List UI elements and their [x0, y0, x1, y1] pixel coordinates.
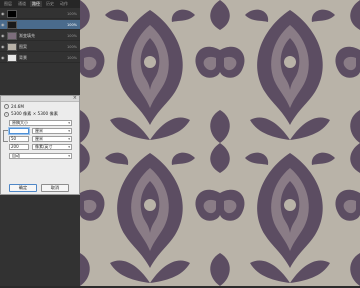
layer-name: 图案	[19, 43, 27, 49]
layer-row-1[interactable]: ◉ 100%	[0, 9, 80, 19]
ok-button[interactable]: 确定	[9, 184, 37, 192]
eye-icon[interactable]: ◉	[1, 44, 6, 49]
layer-thumbnail	[7, 31, 17, 40]
width-input[interactable]	[9, 128, 29, 134]
eye-icon[interactable]: ◉	[1, 22, 6, 27]
panel-tabs: 图层 通道 路径 历史 动作	[0, 0, 80, 8]
chevron-down-icon: ▾	[68, 129, 70, 133]
dialog-titlebar[interactable]: ×	[1, 95, 79, 102]
height-unit-select[interactable]: 厘米 ▾	[32, 136, 72, 142]
resample-select[interactable]: 自动 ▾	[9, 153, 72, 159]
chevron-down-icon: ▾	[68, 145, 70, 149]
layer-name: 背景	[19, 54, 27, 60]
link-constraint-icon[interactable]	[3, 130, 8, 142]
layer-opacity: 100%	[66, 11, 77, 16]
document-canvas[interactable]	[80, 0, 360, 286]
chevron-down-icon: ▾	[68, 154, 70, 158]
layer-row-2[interactable]: ◉ 100%	[0, 20, 80, 30]
layer-thumbnail	[7, 20, 17, 29]
layer-thumbnail	[7, 42, 17, 51]
layer-row-3[interactable]: ◉ 渐变填充 100%	[0, 31, 80, 41]
layer-thumbnail	[7, 9, 17, 18]
layer-thumbnail	[7, 53, 17, 62]
image-size-row: · 24.6M	[4, 103, 24, 109]
tab-channels[interactable]: 通道	[16, 1, 28, 7]
layer-name: 渐变填充	[19, 32, 35, 38]
tab-history[interactable]: 历史	[44, 1, 56, 7]
height-input[interactable]: 50	[9, 136, 29, 142]
layer-row-4[interactable]: ◉ 图案 100%	[0, 42, 80, 52]
dimensions-icon[interactable]: ›	[4, 111, 9, 117]
layer-opacity: 100%	[66, 33, 77, 38]
layer-opacity: 100%	[66, 55, 77, 60]
layer-row-5[interactable]: ◉ 背景 100%	[0, 53, 80, 63]
tab-actions[interactable]: 动作	[58, 1, 70, 7]
image-size-dialog: × · 24.6M › 5300 像素 × 5300 像素 原稿大小 ▾ 厘米 …	[0, 95, 80, 195]
resample-value: 自动	[12, 153, 20, 158]
layer-opacity: 100%	[66, 44, 77, 49]
damask-pattern	[80, 0, 360, 286]
layers-panel: 图层 通道 路径 历史 动作 ◉ 100% ◉ 100% ◉ 渐变填充 100%…	[0, 0, 80, 286]
tab-paths[interactable]: 路径	[30, 1, 42, 7]
resolution-input[interactable]: 200	[9, 144, 29, 150]
tab-layers[interactable]: 图层	[2, 1, 14, 7]
eye-icon[interactable]: ◉	[1, 11, 6, 16]
width-unit-select[interactable]: 厘米 ▾	[32, 128, 72, 134]
fit-to-value: 原稿大小	[12, 120, 28, 125]
dimensions-row: › 5300 像素 × 5300 像素	[4, 111, 58, 117]
close-icon[interactable]: ×	[73, 95, 77, 101]
eye-icon[interactable]: ◉	[1, 33, 6, 38]
fit-to-select[interactable]: 原稿大小 ▾	[9, 120, 72, 126]
cancel-button[interactable]: 取消	[41, 184, 69, 192]
layer-opacity: 100%	[66, 22, 77, 27]
image-size-value: 24.6M	[11, 103, 24, 109]
chevron-down-icon: ▾	[68, 121, 70, 125]
size-icon: ·	[4, 103, 9, 109]
chevron-down-icon: ▾	[68, 137, 70, 141]
eye-icon[interactable]: ◉	[1, 55, 6, 60]
dimensions-value: 5300 像素 × 5300 像素	[11, 111, 58, 116]
resolution-unit-select[interactable]: 像素/英寸 ▾	[32, 144, 72, 150]
